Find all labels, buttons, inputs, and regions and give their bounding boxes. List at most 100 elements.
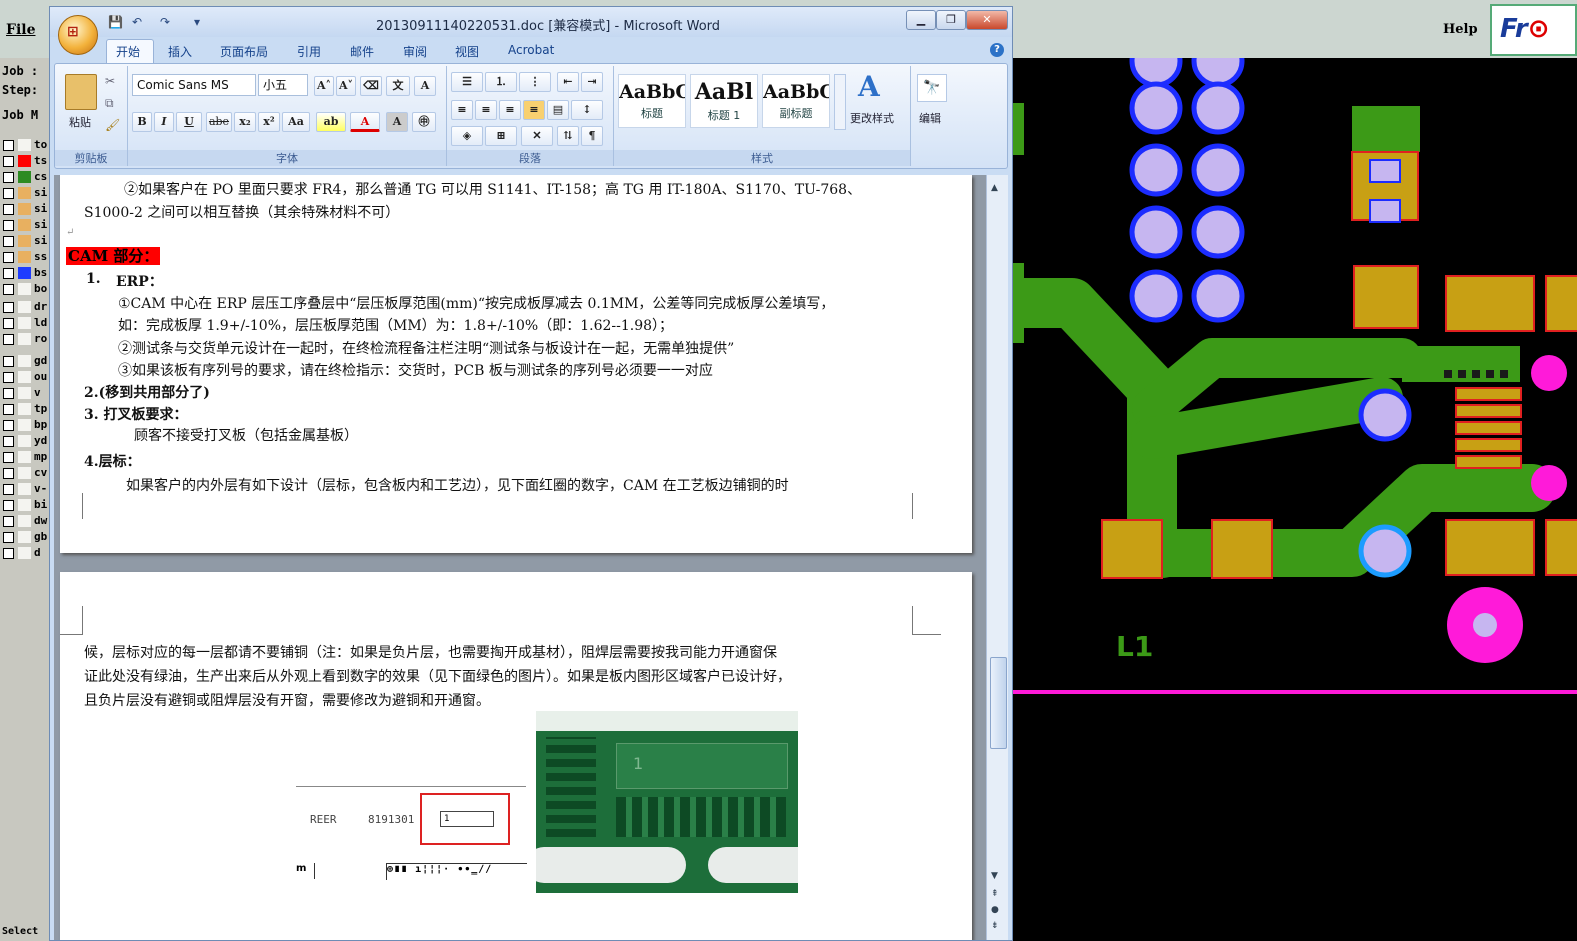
tab-insert[interactable]: 插入: [168, 43, 192, 60]
justify-icon[interactable]: ≡: [523, 100, 545, 120]
undo-icon[interactable]: ↶: [132, 15, 142, 29]
cam-layer-row[interactable]: bi: [1, 498, 49, 513]
scroll-thumb[interactable]: [990, 657, 1007, 749]
cam-select-label[interactable]: Select: [2, 926, 38, 937]
cam-layer-checkbox[interactable]: [3, 172, 14, 183]
cam-layer-checkbox[interactable]: [3, 302, 14, 313]
document-vertical-scrollbar[interactable]: ▲ ▼ ⇞ ● ⇟: [986, 175, 1008, 940]
cam-layer-row[interactable]: tp: [1, 402, 49, 417]
cam-layer-row[interactable]: cs: [1, 170, 49, 185]
align-right-icon[interactable]: ≡: [499, 100, 521, 120]
enclose-char-icon[interactable]: ㊥: [412, 112, 436, 132]
decrease-indent-icon[interactable]: ⇤: [557, 72, 579, 92]
close-button[interactable]: ✕: [966, 10, 1008, 30]
cam-layer-row[interactable]: gb: [1, 530, 49, 545]
shrink-font-button[interactable]: A˅: [336, 76, 356, 96]
cam-layer-checkbox[interactable]: [3, 140, 14, 151]
tab-view[interactable]: 视图: [455, 43, 479, 60]
change-styles-icon[interactable]: A: [858, 70, 880, 103]
show-marks-icon[interactable]: ¶: [581, 126, 603, 146]
prev-page-icon[interactable]: ⇞: [991, 889, 999, 899]
find-icon[interactable]: 🔭: [917, 74, 947, 102]
font-name-combo[interactable]: Comic Sans MS: [132, 74, 256, 96]
strikethrough-button[interactable]: abe: [206, 112, 232, 132]
cam-layer-checkbox[interactable]: [3, 404, 14, 415]
cam-layer-row[interactable]: si: [1, 202, 49, 217]
borders-icon[interactable]: ⊞: [485, 126, 517, 146]
cam-layer-row[interactable]: mp: [1, 450, 49, 465]
cam-layer-checkbox[interactable]: [3, 388, 14, 399]
cam-layer-row[interactable]: dr: [1, 300, 49, 315]
scroll-down-icon[interactable]: ▼: [991, 871, 998, 881]
format-painter-icon[interactable]: 🖌: [105, 118, 120, 132]
cam-menu-file[interactable]: File: [6, 22, 35, 38]
cam-menu-help[interactable]: Help: [1443, 22, 1478, 37]
superscript-button[interactable]: x²: [258, 112, 280, 132]
browse-object-icon[interactable]: ●: [991, 905, 999, 915]
cam-layer-checkbox[interactable]: [3, 468, 14, 479]
highlight-icon[interactable]: ab: [316, 112, 346, 132]
italic-button[interactable]: I: [154, 112, 174, 132]
paste-button[interactable]: 粘贴: [69, 114, 91, 130]
redo-icon[interactable]: ↷: [160, 15, 170, 29]
shading-icon[interactable]: ◈: [451, 126, 483, 146]
cam-layer-checkbox[interactable]: [3, 452, 14, 463]
tab-mailings[interactable]: 邮件: [350, 43, 374, 60]
save-icon[interactable]: 💾: [108, 15, 123, 29]
cam-layer-row[interactable]: ou: [1, 370, 49, 385]
bold-button[interactable]: B: [132, 112, 152, 132]
style-heading-1[interactable]: AaBl 标题 1: [690, 74, 758, 128]
scroll-up-icon[interactable]: ▲: [991, 183, 998, 193]
phonetic-icon[interactable]: 文: [386, 76, 410, 96]
cam-layer-checkbox[interactable]: [3, 156, 14, 167]
asian-layout-icon[interactable]: ✕: [521, 126, 553, 146]
cam-layer-checkbox[interactable]: [3, 204, 14, 215]
cam-layer-row[interactable]: bo: [1, 282, 49, 297]
cam-layer-checkbox[interactable]: [3, 532, 14, 543]
cam-layer-checkbox[interactable]: [3, 318, 14, 329]
cam-layer-row[interactable]: ss: [1, 250, 49, 265]
document-page-1[interactable]: ②如果客户在 PO 里面只要求 FR4，那么普通 TG 可以用 S1141、IT…: [60, 175, 972, 553]
copy-icon[interactable]: ⧉: [105, 96, 114, 111]
cam-layer-row[interactable]: bs: [1, 266, 49, 281]
minimize-button[interactable]: ▁: [906, 10, 936, 30]
cam-layer-row[interactable]: d: [1, 546, 49, 561]
cam-layer-checkbox[interactable]: [3, 548, 14, 559]
tab-home[interactable]: 开始: [116, 43, 140, 60]
cam-graphics-canvas[interactable]: L1: [1012, 58, 1577, 941]
cam-layer-row[interactable]: dw: [1, 514, 49, 529]
cam-layer-checkbox[interactable]: [3, 500, 14, 511]
restore-button[interactable]: ❐: [936, 10, 966, 30]
cam-layer-checkbox[interactable]: [3, 284, 14, 295]
align-center-icon[interactable]: ≡: [475, 100, 497, 120]
tab-review[interactable]: 审阅: [403, 43, 427, 60]
style-subtitle[interactable]: AaBbC 副标题: [762, 74, 830, 128]
char-shading-icon[interactable]: A: [386, 112, 408, 132]
underline-button[interactable]: U: [176, 112, 202, 132]
multilevel-list-icon[interactable]: ⋮: [519, 72, 551, 92]
cam-layer-checkbox[interactable]: [3, 356, 14, 367]
document-page-2[interactable]: 候，层标对应的每一层都请不要铺铜（注：如果是负片层，也需要掏开成基材），阻焊层需…: [60, 572, 972, 940]
style-heading[interactable]: AaBbC 标题: [618, 74, 686, 128]
change-case-button[interactable]: Aa: [282, 112, 310, 132]
cam-layer-row[interactable]: ts: [1, 154, 49, 169]
editing-button[interactable]: 编辑: [919, 110, 941, 126]
change-styles-button[interactable]: 更改样式: [850, 110, 894, 126]
cam-layer-row[interactable]: bp: [1, 418, 49, 433]
cam-layer-row[interactable]: ld: [1, 316, 49, 331]
cam-layer-checkbox[interactable]: [3, 188, 14, 199]
align-left-icon[interactable]: ≡: [451, 100, 473, 120]
cam-layer-checkbox[interactable]: [3, 268, 14, 279]
cut-icon[interactable]: ✂: [105, 74, 115, 88]
next-page-icon[interactable]: ⇟: [991, 921, 999, 931]
subscript-button[interactable]: x₂: [234, 112, 256, 132]
cam-layer-checkbox[interactable]: [3, 236, 14, 247]
qat-dropdown-icon[interactable]: ▾: [194, 15, 200, 29]
cam-layer-row[interactable]: si: [1, 186, 49, 201]
cam-layer-checkbox[interactable]: [3, 436, 14, 447]
cam-layer-checkbox[interactable]: [3, 252, 14, 263]
clear-format-icon[interactable]: ⌫: [360, 76, 382, 96]
increase-indent-icon[interactable]: ⇥: [581, 72, 603, 92]
grow-font-button[interactable]: A˄: [314, 76, 334, 96]
bullets-icon[interactable]: ☰: [451, 72, 483, 92]
